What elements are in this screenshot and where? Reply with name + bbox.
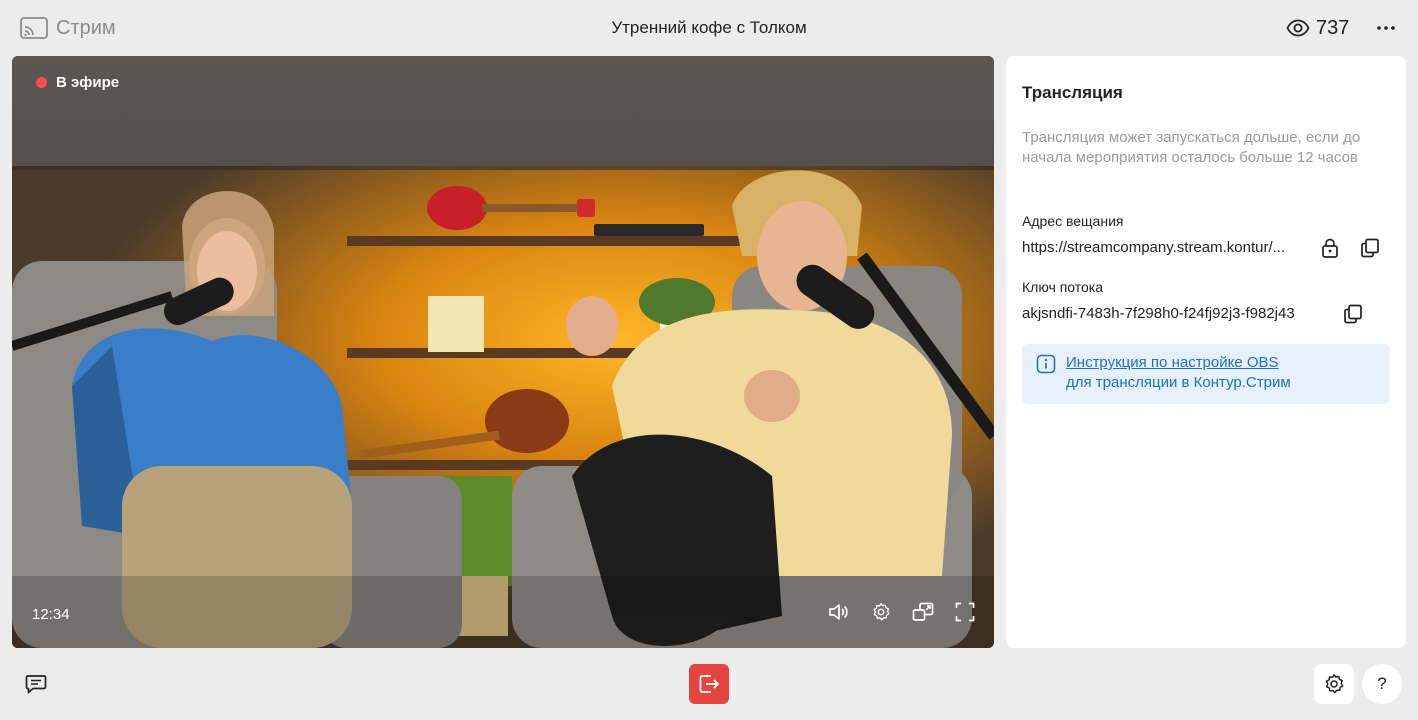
chat-button[interactable]: [22, 670, 50, 698]
live-badge: В эфире: [36, 74, 119, 91]
picture-in-picture-icon: [912, 602, 934, 621]
live-label: В эфире: [56, 74, 120, 91]
lock-button[interactable]: [1319, 237, 1341, 259]
obs-info-box: Инструкция по настройке OBS для трансляц…: [1022, 344, 1390, 404]
top-bar: Стрим Утренний кофе с Толком 737: [0, 0, 1418, 56]
copy-address-button[interactable]: [1359, 237, 1381, 259]
lock-icon: [1322, 238, 1338, 258]
settings-icon: [873, 603, 890, 621]
viewers-count-value: 737: [1316, 16, 1350, 39]
video-settings-button[interactable]: [870, 601, 892, 623]
stream-key-value: akjsndfi-7483h-7f298h0-f24fj92j3-f982j43: [1022, 305, 1295, 322]
leave-stream-button[interactable]: [689, 664, 729, 704]
broadcast-address-label: Адрес вещания: [1022, 213, 1124, 229]
pip-button[interactable]: [912, 601, 934, 623]
video-time: 12:34: [32, 606, 70, 623]
copy-icon: [1361, 238, 1379, 258]
copy-icon: [1344, 304, 1362, 324]
broadcast-address-value: https://streamcompany.stream.kontur/...: [1022, 239, 1286, 256]
broadcast-panel: Трансляция Трансляция может запускаться …: [1006, 56, 1406, 648]
obs-instruction-text: для трансляции в Контур.Стрим: [1066, 374, 1291, 391]
video-frame: [12, 56, 994, 648]
gear-icon: [1325, 674, 1344, 694]
volume-icon: [829, 604, 848, 620]
page-title: Утренний кофе с Толком: [611, 18, 807, 37]
help-button[interactable]: ?: [1362, 664, 1402, 704]
eye-icon: [1286, 19, 1310, 37]
obs-instruction-link[interactable]: Инструкция по настройке OBS: [1066, 354, 1279, 371]
live-indicator-dot: [36, 77, 47, 88]
chat-icon: [25, 675, 47, 694]
info-icon: [1036, 354, 1056, 374]
viewers-count: 737: [1286, 16, 1349, 40]
settings-button[interactable]: [1314, 664, 1354, 704]
panel-note: Трансляция может запускаться дольше, есл…: [1022, 129, 1361, 166]
panel-title: Трансляция: [1022, 83, 1123, 102]
video-controls: [828, 601, 976, 623]
video-player[interactable]: В эфире 12:34: [12, 56, 994, 648]
copy-stream-key-button[interactable]: [1342, 303, 1364, 325]
more-button[interactable]: [1372, 14, 1400, 42]
stream-key-label: Ключ потока: [1022, 279, 1104, 295]
more-horizontal-icon: [1377, 26, 1395, 30]
fullscreen-button[interactable]: [954, 601, 976, 623]
fullscreen-icon: [955, 602, 975, 622]
volume-button[interactable]: [828, 601, 850, 623]
exit-icon: [699, 675, 719, 693]
